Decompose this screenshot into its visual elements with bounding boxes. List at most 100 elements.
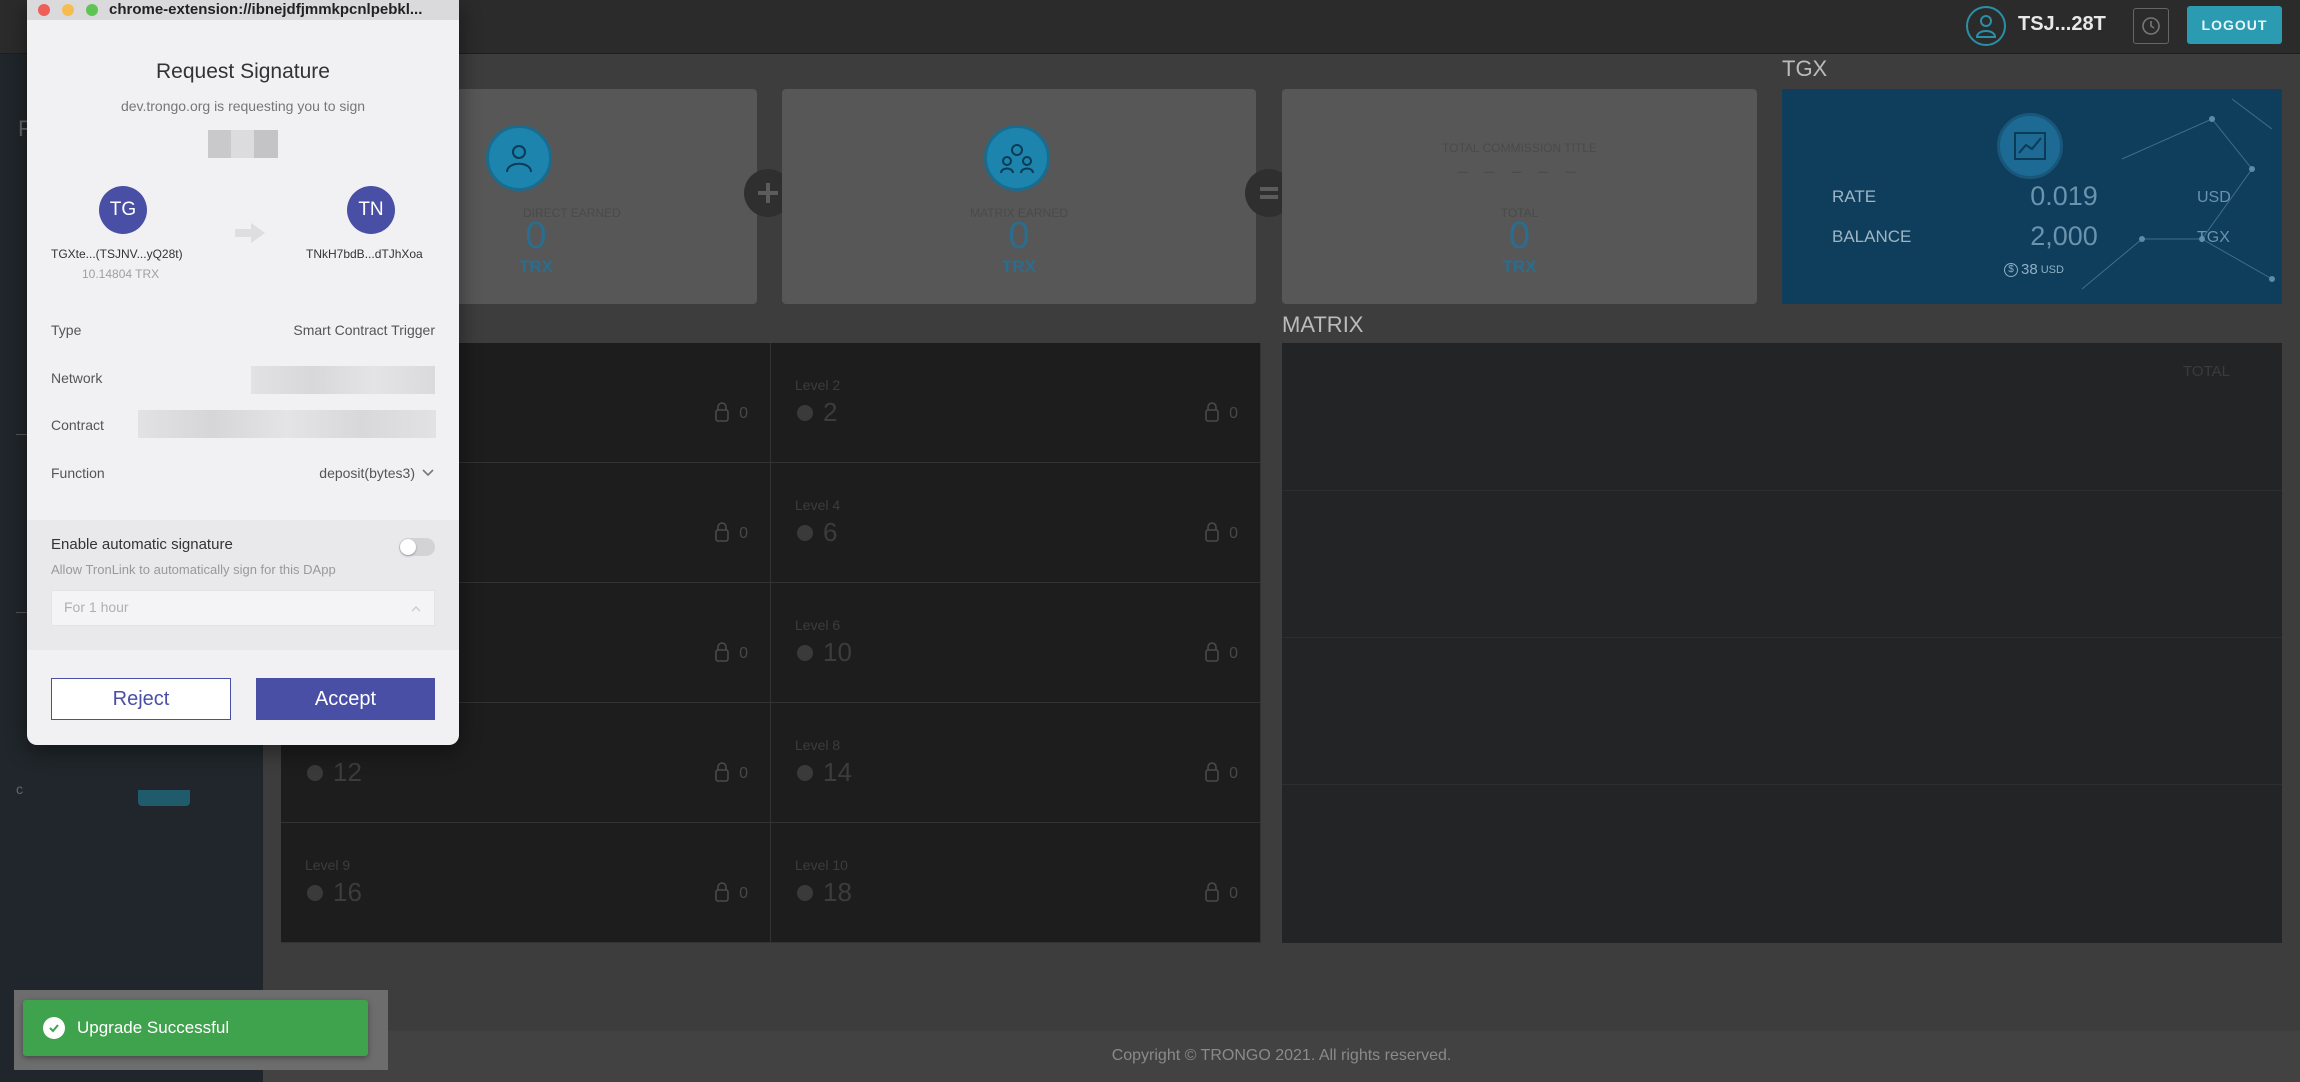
to-account-avatar: TN	[347, 186, 395, 234]
level-label: Level 2	[795, 377, 841, 393]
popup-heading: Request Signature	[156, 60, 330, 83]
network-value-redacted	[251, 366, 435, 394]
coin-icon	[797, 645, 813, 661]
level-label: Level 4	[795, 497, 841, 513]
usd-unit: USD	[2040, 263, 2064, 276]
contract-value-redacted	[138, 410, 436, 438]
balance-unit: TGX	[2197, 229, 2230, 246]
matrix-total-label: TOTAL	[2183, 363, 2230, 380]
matrix-earned-value: 0	[1008, 215, 1030, 257]
lock-icon	[1204, 881, 1220, 903]
matrix-row	[1282, 490, 2282, 491]
matrix-earned-icon	[984, 125, 1050, 191]
level-cell[interactable]: Level 8 14 0	[771, 703, 1261, 823]
to-account-address: TNkH7bdB...dTJhXoa	[306, 247, 423, 261]
matrix-earned-unit: TRX	[1002, 257, 1036, 276]
maximize-window-icon[interactable]	[86, 4, 98, 16]
level-value: 10	[823, 637, 852, 667]
matrix-earned-card: MATRIX EARNED 0 TRX	[782, 89, 1256, 304]
rate-label: RATE	[1832, 187, 1877, 206]
from-account-address: TGXte...(TSJNV...yQ28t)	[51, 247, 183, 261]
type-value: Smart Contract Trigger	[293, 322, 435, 338]
popup-url: chrome-extension://ibnejdfjmmkpcnlpebkl.…	[109, 1, 423, 18]
level-count: 0	[1229, 525, 1238, 542]
rate-unit: USD	[2197, 189, 2231, 206]
matrix-row	[1282, 637, 2282, 638]
arrow-right-icon	[235, 223, 265, 243]
auto-sign-toggle[interactable]	[399, 538, 435, 556]
duration-value: For 1 hour	[64, 599, 129, 615]
rate-chart-icon	[1997, 113, 2063, 179]
balance-label: BALANCE	[1832, 227, 1912, 246]
total-commission-card: TOTAL COMMISSION TITLE – – – – – TOTAL 0…	[1282, 89, 1757, 304]
check-icon	[43, 1017, 65, 1039]
level-label: Level 6	[795, 617, 841, 633]
toast-message: Upgrade Successful	[77, 1018, 230, 1037]
toggle-knob	[400, 539, 416, 555]
level-cell[interactable]: Level 10 18 0	[771, 823, 1261, 943]
copyright-text: Copyright © TRONGO 2021. All rights rese…	[1111, 1047, 1452, 1064]
chevron-down-icon	[422, 469, 434, 477]
auto-sign-description: Allow TronLink to automatically sign for…	[51, 562, 336, 577]
lock-icon	[714, 641, 730, 663]
lock-icon	[1204, 761, 1220, 783]
lock-icon	[714, 881, 730, 903]
matrix-row	[1282, 784, 2282, 785]
total-unit: TRX	[1502, 257, 1537, 276]
rate-value: 0.019	[2030, 181, 2098, 211]
level-count: 0	[1229, 645, 1238, 662]
network-label: Network	[51, 370, 103, 386]
lock-icon	[714, 401, 730, 423]
balance-usd: $ 38 USD	[2004, 261, 2064, 278]
level-cell[interactable]: Level 4 6 0	[771, 463, 1261, 583]
reject-button[interactable]: Reject	[51, 678, 231, 720]
level-cell[interactable]: Level 2 2 0	[771, 343, 1261, 463]
lock-icon	[1204, 401, 1220, 423]
function-dropdown[interactable]: deposit(bytes3)	[319, 465, 435, 481]
tgx-card: RATE 0.019 USD BALANCE 2,000 TGX $ 38 US…	[1782, 89, 2282, 304]
level-value: 16	[333, 877, 362, 907]
popup-titlebar: chrome-extension://ibnejdfjmmkpcnlpebkl.…	[27, 0, 459, 20]
level-value: 12	[333, 757, 362, 787]
minimize-window-icon[interactable]	[62, 4, 74, 16]
coin-icon	[797, 885, 813, 901]
lock-icon	[714, 521, 730, 543]
close-window-icon[interactable]	[38, 4, 50, 16]
level-cell[interactable]: Level 9 16 0	[281, 823, 771, 943]
accept-button[interactable]: Accept	[256, 678, 435, 720]
matrix-title: MATRIX	[1282, 312, 1364, 337]
coin-icon	[797, 765, 813, 781]
level-count: 0	[739, 885, 748, 902]
level-label: Level 8	[795, 737, 841, 753]
lock-icon	[1204, 521, 1220, 543]
level-cell[interactable]: Level 6 10 0	[771, 583, 1261, 703]
level-count: 0	[739, 765, 748, 782]
coin-icon	[797, 405, 813, 421]
function-value: deposit(bytes3)	[319, 465, 415, 481]
level-count: 0	[739, 645, 748, 662]
success-toast[interactable]: Upgrade Successful	[23, 1000, 368, 1056]
level-value: 18	[823, 877, 852, 907]
type-label: Type	[51, 322, 82, 338]
direct-earned-icon	[486, 125, 552, 191]
sidebar-glyph: c	[16, 781, 23, 797]
total-commission-title: TOTAL COMMISSION TITLE	[1442, 141, 1597, 155]
tgx-title: TGX	[1782, 56, 1828, 81]
user-avatar-icon[interactable]	[1966, 6, 2006, 46]
function-label: Function	[51, 465, 105, 481]
balance-value: 2,000	[2030, 221, 2098, 251]
usd-value: 38	[2021, 261, 2038, 278]
level-label: Level 9	[305, 857, 351, 873]
level-count: 0	[1229, 405, 1238, 422]
logout-button[interactable]: LOGOUT	[2187, 6, 2282, 44]
sidebar-button[interactable]	[138, 790, 190, 806]
history-button[interactable]	[2133, 8, 2169, 44]
dapp-logo-placeholder	[208, 130, 278, 158]
total-value: 0	[1508, 215, 1531, 257]
coin-icon	[307, 885, 323, 901]
contract-label: Contract	[51, 417, 104, 433]
level-value: 6	[823, 517, 838, 547]
popup-subheading: dev.trongo.org is requesting you to sign	[120, 98, 366, 114]
lock-icon	[714, 761, 730, 783]
duration-select[interactable]: For 1 hour	[51, 590, 435, 626]
